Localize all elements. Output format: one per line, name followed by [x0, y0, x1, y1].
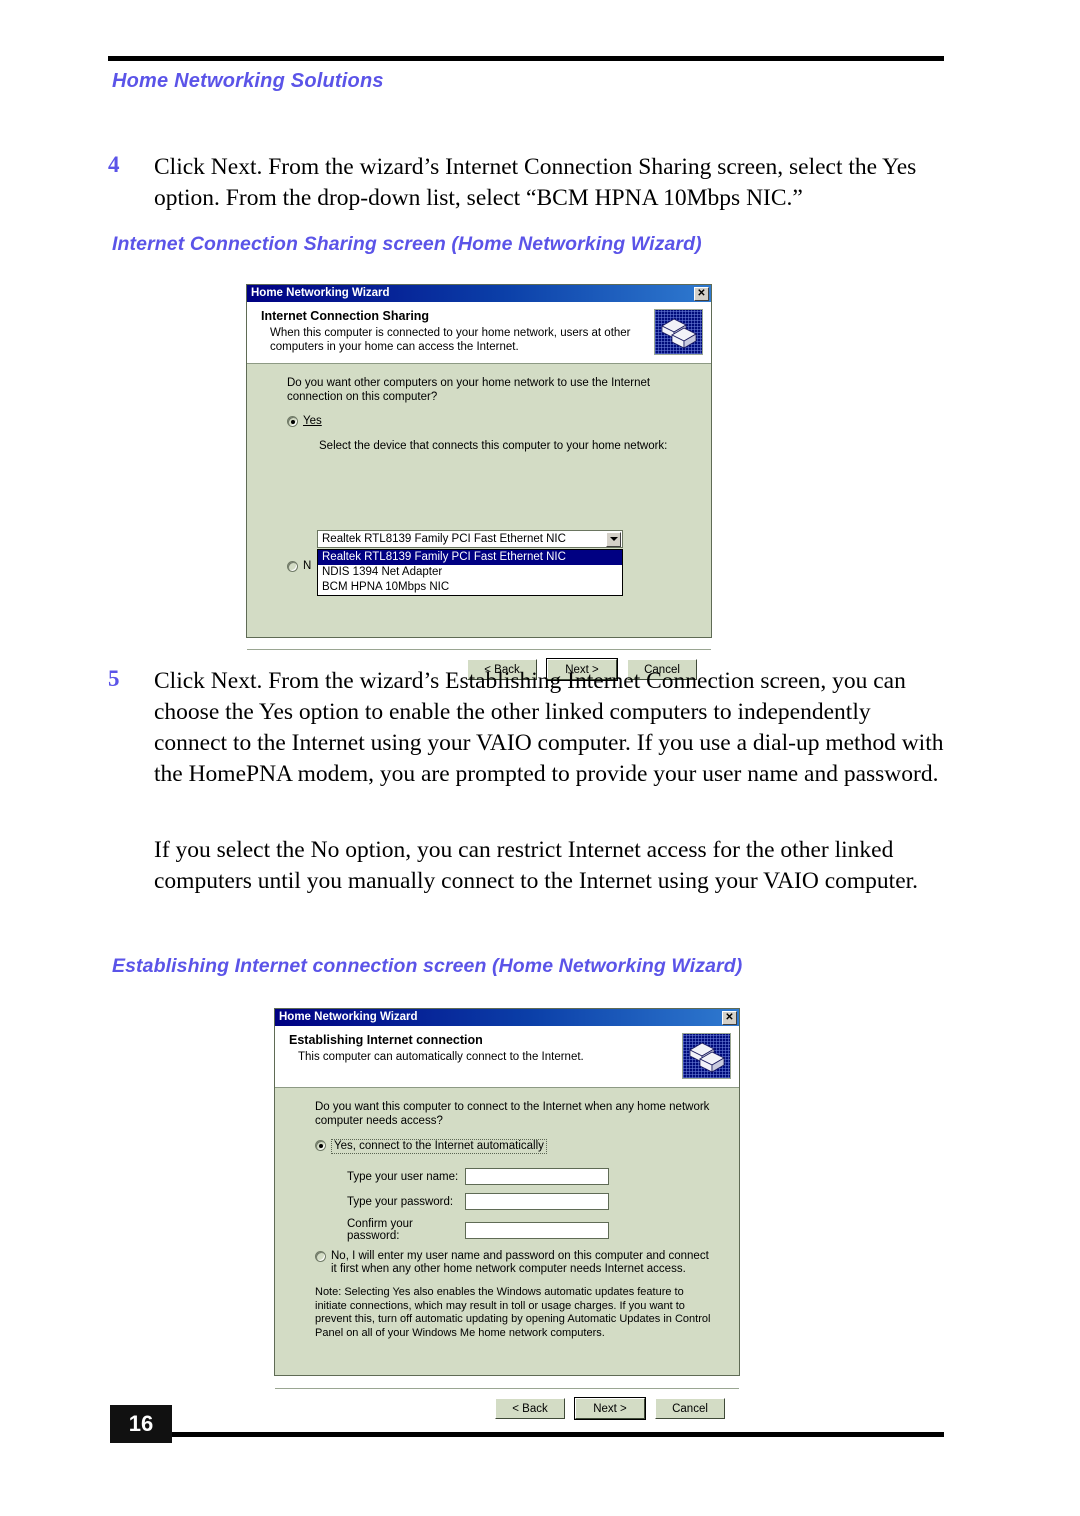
next-button[interactable]: Next > [574, 1397, 646, 1420]
dialog-internet-connection-sharing: Home Networking Wizard ✕ Internet Connec… [246, 284, 712, 681]
radio-yes-label: Yes, connect to the Internet automatical… [331, 1139, 547, 1154]
dialog2-titlebar[interactable]: Home Networking Wizard ✕ [275, 1009, 739, 1026]
dialog1-select-prompt: Select the device that connects this com… [319, 440, 668, 452]
step-5-number: 5 [108, 666, 120, 691]
figure-1-caption: Internet Connection Sharing screen (Home… [112, 233, 702, 255]
confirm-password-input[interactable] [465, 1221, 609, 1239]
dialog1-header-title: Internet Connection Sharing [261, 309, 430, 323]
dialog1-body: Do you want other computers on your home… [247, 364, 711, 681]
list-item[interactable]: NDIS 1394 Net Adapter [318, 565, 622, 580]
chevron-down-icon[interactable] [606, 531, 621, 547]
dialog2-title: Home Networking Wizard [279, 1010, 418, 1023]
dialog1-header: Internet Connection Sharing When this co… [247, 302, 711, 364]
radio-yes-indicator[interactable] [315, 1140, 326, 1151]
network-device-combobox[interactable]: Realtek RTL8139 Family PCI Fast Ethernet… [317, 530, 623, 548]
step-4: 4 Click Next. From the wizard’s Internet… [108, 152, 948, 214]
close-icon[interactable]: ✕ [722, 1010, 737, 1025]
dialog2-button-bar: < Back Next > Cancel [275, 1388, 739, 1420]
dialog2-header-subtitle: This computer can automatically connect … [298, 1051, 584, 1063]
close-icon[interactable]: ✕ [694, 286, 709, 301]
user-name-input[interactable] [465, 1168, 609, 1185]
dialog-establishing-internet-connection: Home Networking Wizard ✕ Establishing In… [274, 1008, 740, 1420]
dialog1-titlebar[interactable]: Home Networking Wizard ✕ [247, 285, 711, 302]
radio-no-indicator[interactable] [287, 561, 298, 572]
paragraph-no-option: If you select the No option, you can res… [154, 837, 919, 894]
network-computers-icon [682, 1033, 731, 1079]
running-head: Home Networking Solutions [112, 70, 384, 92]
radio-yes-auto-connect[interactable]: Yes, connect to the Internet automatical… [315, 1139, 739, 1154]
dialog1-header-subtitle: When this computer is connected to your … [270, 327, 631, 353]
network-device-combobox-value: Realtek RTL8139 Family PCI Fast Ethernet… [322, 533, 566, 545]
radio-no-indicator[interactable] [315, 1251, 326, 1262]
step-4-number: 4 [108, 152, 120, 177]
user-name-row: Type your user name: [347, 1168, 739, 1185]
list-item[interactable]: Realtek RTL8139 Family PCI Fast Ethernet… [318, 550, 622, 565]
step-5-text: Click Next. From the wizard’s Establishi… [154, 668, 944, 787]
dialog2-body: Do you want this computer to connect to … [275, 1088, 739, 1420]
figure-2-caption: Establishing Internet connection screen … [112, 955, 743, 977]
password-row: Type your password: [347, 1193, 739, 1210]
radio-yes-sharing[interactable]: Yes [287, 415, 711, 428]
confirm-password-label: Confirm your password: [347, 1218, 413, 1242]
radio-no-label: N [303, 560, 312, 572]
radio-no-manual-connect[interactable]: No, I will enter my user name and passwo… [315, 1250, 713, 1276]
radio-yes-indicator[interactable] [287, 416, 298, 427]
dialog2-header-title: Establishing Internet connection [289, 1033, 483, 1047]
dialog2-question: Do you want this computer to connect to … [315, 1101, 710, 1127]
cancel-button[interactable]: Cancel [655, 1398, 725, 1419]
user-name-label: Type your user name: [347, 1170, 459, 1183]
dialog1-question: Do you want other computers on your home… [287, 377, 651, 403]
dialog2-note: Note: Selecting Yes also enables the Win… [315, 1286, 711, 1339]
dialog2-header: Establishing Internet connection This co… [275, 1026, 739, 1088]
radio-yes-label: Yes [303, 415, 322, 427]
list-item[interactable]: BCM HPNA 10Mbps NIC [318, 580, 622, 595]
step-5: 5 Click Next. From the wizard’s Establis… [108, 666, 948, 790]
footer-rule [172, 1432, 944, 1437]
back-button[interactable]: < Back [495, 1398, 565, 1419]
confirm-password-row: Confirm your password: [347, 1218, 739, 1242]
page-number: 16 [110, 1405, 172, 1443]
step-4-text: Click Next. From the wizard’s Internet C… [154, 154, 917, 211]
password-input[interactable] [465, 1193, 609, 1210]
network-computers-icon [654, 309, 703, 355]
radio-no-sharing[interactable]: N [287, 560, 311, 573]
dialog1-title: Home Networking Wizard [251, 286, 390, 299]
password-label: Type your password: [347, 1195, 454, 1208]
header-rule [108, 56, 944, 61]
network-device-dropdown-list[interactable]: Realtek RTL8139 Family PCI Fast Ethernet… [317, 549, 623, 596]
radio-no-label: No, I will enter my user name and passwo… [331, 1250, 709, 1275]
